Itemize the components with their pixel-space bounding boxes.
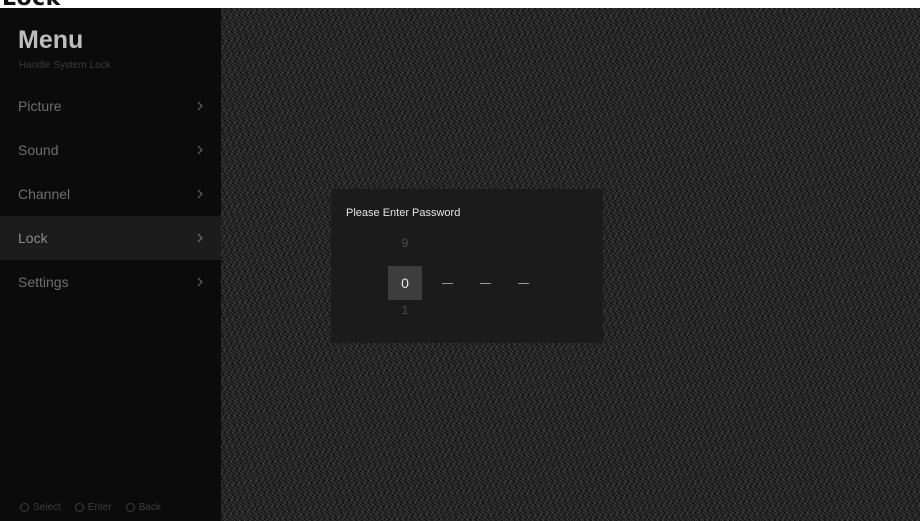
password-digit-3[interactable] bbox=[480, 283, 491, 284]
hint-label: Enter bbox=[87, 502, 112, 513]
menu-sidebar: Menu Handle System Lock Picture Sound Ch… bbox=[0, 8, 221, 521]
enter-icon bbox=[74, 503, 84, 512]
chevron-right-icon bbox=[197, 277, 203, 287]
password-digit-2[interactable] bbox=[442, 283, 453, 284]
dialog-title: Please Enter Password bbox=[346, 207, 461, 219]
digit-previous-value: 9 bbox=[401, 236, 409, 250]
menu-item-channel[interactable]: Channel bbox=[0, 172, 221, 216]
menu-subtitle: Handle System Lock bbox=[19, 60, 111, 71]
menu-item-label: Channel bbox=[18, 186, 71, 202]
menu-item-label: Sound bbox=[18, 142, 59, 158]
page-title-text: Lock bbox=[2, 0, 61, 8]
menu-item-picture[interactable]: Picture bbox=[0, 84, 221, 128]
password-dialog: Please Enter Password 9 0 1 bbox=[331, 189, 603, 343]
hint-label: Back bbox=[138, 502, 161, 513]
menu-item-sound[interactable]: Sound bbox=[0, 128, 221, 172]
password-digit-4[interactable] bbox=[518, 283, 529, 284]
menu-item-label: Lock bbox=[18, 230, 48, 246]
back-icon bbox=[125, 503, 135, 512]
digit-next-value: 1 bbox=[401, 303, 409, 317]
remote-hints: Select Enter Back bbox=[20, 502, 161, 513]
menu-item-lock[interactable]: Lock bbox=[0, 216, 221, 260]
menu-item-label: Settings bbox=[18, 274, 69, 290]
hint-select: Select bbox=[20, 502, 61, 513]
password-digit-1[interactable]: 0 bbox=[388, 266, 422, 300]
chevron-right-icon bbox=[197, 189, 203, 199]
select-icon bbox=[20, 503, 29, 512]
hint-enter: Enter bbox=[74, 502, 112, 513]
menu-item-settings[interactable]: Settings bbox=[0, 260, 221, 304]
menu-item-label: Picture bbox=[18, 98, 62, 114]
hint-label: Select bbox=[33, 502, 61, 513]
page-title: Lock bbox=[0, 0, 920, 8]
menu-title: Menu bbox=[18, 26, 84, 54]
chevron-right-icon bbox=[197, 145, 203, 155]
chevron-right-icon bbox=[197, 101, 203, 111]
hint-back: Back bbox=[125, 502, 161, 513]
chevron-right-icon bbox=[197, 233, 203, 243]
tv-screen: Menu Handle System Lock Picture Sound Ch… bbox=[0, 8, 920, 521]
